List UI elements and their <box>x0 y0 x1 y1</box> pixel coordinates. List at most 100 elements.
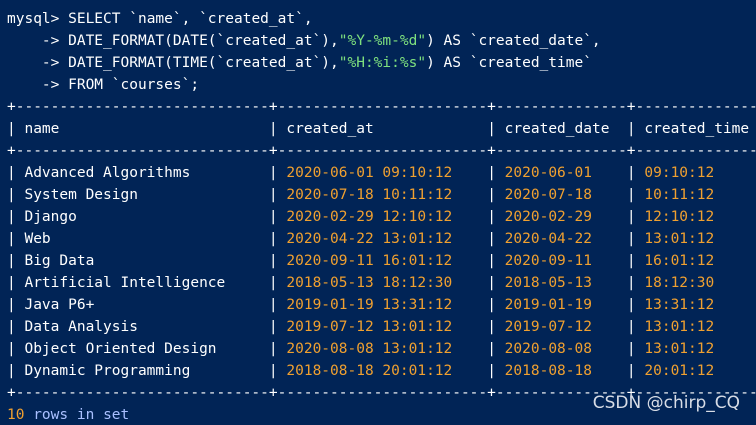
cell-value: 18:12:30 <box>644 275 715 291</box>
table-border-mid: +-----------------------------+---------… <box>7 143 756 159</box>
table-header-row: | name | created_at | created_date | cre… <box>7 118 756 140</box>
column-separator: | <box>618 165 645 181</box>
column-header-name: name <box>24 121 60 137</box>
continuation-prompt: -> <box>7 77 60 93</box>
column-header-value: created_time <box>644 121 750 137</box>
table-row: | Data Analysis | 2019-07-12 13:01:12 | … <box>7 316 756 338</box>
column-separator: | <box>7 341 25 357</box>
column-separator: | <box>618 187 645 203</box>
cell-name: System Design <box>24 187 138 203</box>
table-row: | Artificial Intelligence | 2018-05-13 1… <box>7 272 756 294</box>
cell-value: 2018-08-18 20:01:12 <box>286 363 453 379</box>
table-row: | Web | 2020-04-22 13:01:12 | 2020-04-22… <box>7 228 756 250</box>
cell-value: 2020-06-01 09:10:12 <box>286 165 453 181</box>
continuation-prompt: -> <box>7 55 60 71</box>
row-count: 10 <box>7 407 25 423</box>
column-separator: | <box>260 363 287 379</box>
column-separator: | <box>7 231 25 247</box>
cell-name: Web <box>24 231 51 247</box>
column-separator: | <box>260 187 287 203</box>
query-line-1: mysql> SELECT `name`, `created_at`, <box>7 8 313 30</box>
query-text: DATE_FORMAT(DATE(`created_at`), <box>59 33 339 49</box>
continuation-prompt: -> <box>7 33 60 49</box>
table-row: | Django | 2020-02-29 12:10:12 | 2020-02… <box>7 206 756 228</box>
table-row: | Advanced Algorithms | 2020-06-01 09:10… <box>7 162 756 184</box>
cell-value: 13:01:12 <box>644 231 715 247</box>
column-separator: | <box>478 253 505 269</box>
cell-value: 2020-08-08 <box>504 341 592 357</box>
column-separator: | <box>618 253 645 269</box>
cell-value: 2020-07-18 10:11:12 <box>286 187 453 203</box>
column-header-value: created_at <box>286 121 374 137</box>
query-line-2: -> DATE_FORMAT(DATE(`created_at`),"%Y-%m… <box>7 30 601 52</box>
mysql-prompt: mysql> <box>7 11 60 27</box>
column-separator: | <box>260 165 287 181</box>
cell-name: Advanced Algorithms <box>24 165 191 181</box>
cell-value: 2019-07-12 <box>504 319 592 335</box>
column-separator: | <box>7 253 25 269</box>
column-separator: | <box>7 275 25 291</box>
column-separator: | <box>260 341 287 357</box>
column-separator: | <box>260 121 287 137</box>
column-separator: | <box>478 319 505 335</box>
cell-value: 2020-04-22 13:01:12 <box>286 231 453 247</box>
cell-value: 2020-04-22 <box>504 231 592 247</box>
column-separator: | <box>478 121 505 137</box>
format-string: "%H:%i:%s" <box>338 55 427 71</box>
query-line-3: -> DATE_FORMAT(TIME(`created_at`),"%H:%i… <box>7 52 592 74</box>
column-separator: | <box>618 363 645 379</box>
summary-word: in <box>76 407 95 423</box>
cell-value: 2018-05-13 18:12:30 <box>286 275 453 291</box>
column-separator: | <box>260 297 287 313</box>
column-separator: | <box>478 209 505 225</box>
column-separator: | <box>478 231 505 247</box>
column-separator: | <box>260 275 287 291</box>
column-separator: | <box>618 121 645 137</box>
column-separator: | <box>260 231 287 247</box>
query-line-4: -> FROM `courses`; <box>7 74 199 96</box>
query-text: FROM `courses`; <box>59 77 200 93</box>
table-border-top: +-----------------------------+---------… <box>7 99 756 115</box>
watermark: CSDN @chirp_CQ <box>592 393 740 413</box>
cell-name: Data Analysis <box>24 319 138 335</box>
query-text: ) AS `created_date`, <box>426 33 601 49</box>
cell-value: 12:10:12 <box>644 209 715 225</box>
format-string: "%Y-%m-%d" <box>338 33 427 49</box>
cell-value: 10:11:12 <box>644 187 715 203</box>
cell-name: Java P6+ <box>24 297 95 313</box>
column-separator: | <box>478 297 505 313</box>
cell-name: Dynamic Programming <box>24 363 191 379</box>
column-separator: | <box>260 319 287 335</box>
cell-name: Object Oriented Design <box>24 341 217 357</box>
cell-value: 16:01:12 <box>644 253 715 269</box>
column-header-value: created_date <box>504 121 610 137</box>
column-separator: | <box>618 275 645 291</box>
cell-value: 20:01:12 <box>644 363 715 379</box>
column-separator: | <box>618 231 645 247</box>
cell-value: 2020-09-11 16:01:12 <box>286 253 453 269</box>
result-summary: 10 rows in set <box>7 404 129 425</box>
query-text: SELECT `name`, `created_at`, <box>59 11 313 27</box>
column-separator: | <box>260 209 287 225</box>
table-row: | Object Oriented Design | 2020-08-08 13… <box>7 338 756 360</box>
cell-value: 2019-01-19 13:31:12 <box>286 297 453 313</box>
column-separator: | <box>7 363 25 379</box>
cell-value: 13:01:12 <box>644 319 715 335</box>
column-separator: | <box>7 187 25 203</box>
cell-value: 13:01:12 <box>644 341 715 357</box>
cell-value: 2020-02-29 12:10:12 <box>286 209 453 225</box>
column-separator: | <box>618 209 645 225</box>
table-row: | System Design | 2020-07-18 10:11:12 | … <box>7 184 756 206</box>
column-separator: | <box>7 297 25 313</box>
table-row: | Big Data | 2020-09-11 16:01:12 | 2020-… <box>7 250 756 272</box>
column-separator: | <box>618 341 645 357</box>
query-text: ) AS `created_time` <box>426 55 592 71</box>
cell-value: 2018-05-13 <box>504 275 592 291</box>
column-separator: | <box>478 363 505 379</box>
column-separator: | <box>478 165 505 181</box>
column-separator: | <box>7 319 25 335</box>
column-separator: | <box>478 187 505 203</box>
terminal-window[interactable]: mysql> SELECT `name`, `created_at`, -> D… <box>0 0 756 425</box>
cell-value: 2018-08-18 <box>504 363 592 379</box>
cell-value: 2019-01-19 <box>504 297 592 313</box>
